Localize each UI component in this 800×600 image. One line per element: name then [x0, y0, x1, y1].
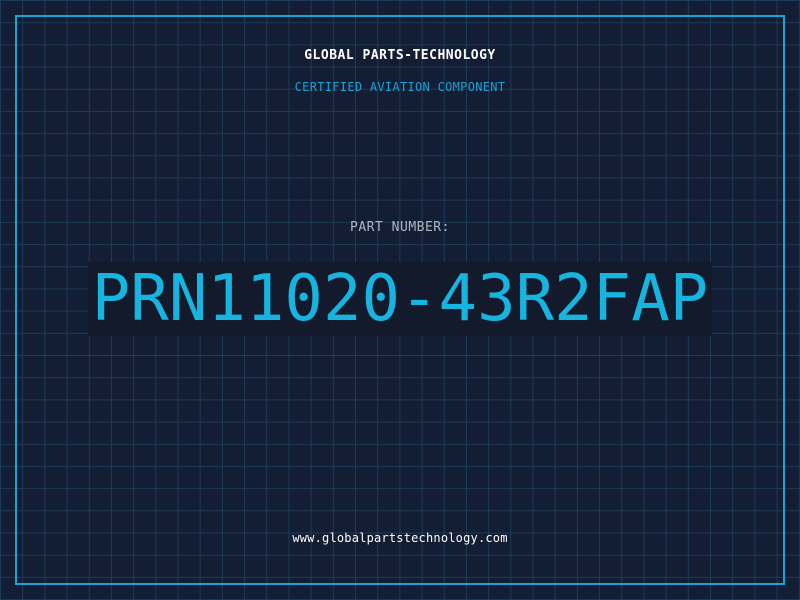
part-number-label: PART NUMBER: — [350, 220, 450, 235]
certification-tagline: CERTIFIED AVIATION COMPONENT — [294, 80, 506, 94]
part-number-value: PRN11020-43R2FAP — [87, 262, 713, 336]
part-number-container: PRN11020-43R2FAP — [0, 262, 800, 336]
website-url: www.globalpartstechnology.com — [292, 531, 508, 545]
company-name: GLOBAL PARTS-TECHNOLOGY — [304, 48, 496, 63]
